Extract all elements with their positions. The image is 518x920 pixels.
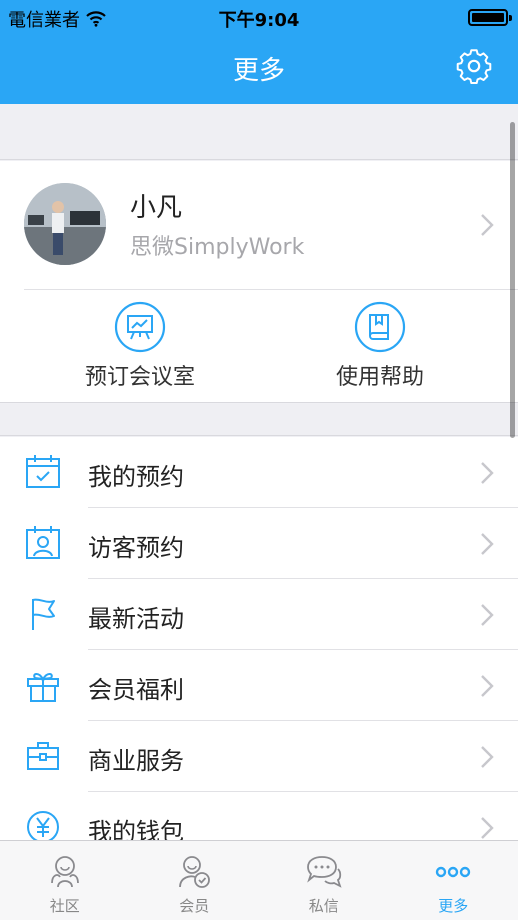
divider	[24, 289, 518, 290]
tab-more[interactable]: 更多	[389, 841, 518, 920]
book-icon	[354, 301, 406, 353]
section-spacer	[0, 104, 518, 160]
chevron-right-icon	[481, 214, 494, 236]
profile-name: 小凡	[130, 193, 183, 223]
calendar-check-icon	[26, 455, 60, 488]
menu-item-label: 最新活动	[88, 605, 184, 633]
tab-bar: 社区 会员 私信 更多	[0, 840, 518, 920]
chevron-right-icon	[481, 604, 494, 626]
menu-item-label: 会员福利	[88, 676, 184, 704]
page-title: 更多	[232, 56, 285, 86]
status-bar: 電信業者 下午9:04	[0, 0, 518, 34]
community-icon	[50, 856, 79, 888]
help-label: 使用帮助	[335, 365, 424, 390]
tab-label: 会员	[179, 897, 210, 915]
menu-item-visitor-booking[interactable]: 访客预约	[0, 508, 518, 579]
message-icon	[306, 856, 342, 888]
menu-item-label: 访客预约	[88, 534, 184, 562]
menu-item-member-benefits[interactable]: 会员福利	[0, 650, 518, 721]
profile-org: 思微SimplyWork	[130, 235, 305, 260]
menu-list: 我的预约 访客预约 最新活动 会员福利 商业服务 我的钱包	[0, 437, 518, 863]
briefcase-icon	[27, 742, 59, 770]
help-button[interactable]: 使用帮助	[280, 301, 480, 391]
presentation-board-icon	[114, 301, 166, 353]
tab-messages[interactable]: 私信	[259, 841, 389, 920]
chevron-right-icon	[481, 817, 494, 839]
tab-community[interactable]: 社区	[0, 841, 130, 920]
tab-label: 更多	[438, 897, 469, 915]
section-spacer	[0, 404, 518, 436]
chevron-right-icon	[481, 746, 494, 768]
tab-label: 私信	[308, 897, 339, 915]
menu-item-business-services[interactable]: 商业服务	[0, 721, 518, 792]
book-meeting-room-button[interactable]: 预订会议室	[40, 301, 240, 391]
menu-item-latest-events[interactable]: 最新活动	[0, 579, 518, 650]
chevron-right-icon	[481, 675, 494, 697]
menu-item-my-reservations[interactable]: 我的预约	[0, 437, 518, 508]
avatar	[24, 183, 106, 265]
tab-member[interactable]: 会员	[130, 841, 260, 920]
chevron-right-icon	[481, 462, 494, 484]
menu-item-label: 我的预约	[88, 463, 184, 491]
gear-icon[interactable]	[456, 48, 492, 84]
more-icon	[436, 866, 471, 878]
book-meeting-room-label: 预订会议室	[84, 365, 195, 390]
flag-icon	[32, 598, 55, 630]
member-icon	[179, 856, 211, 888]
scrollbar[interactable]	[510, 122, 515, 438]
battery-icon	[468, 9, 512, 26]
status-time: 下午9:04	[218, 10, 300, 31]
nav-header: 電信業者 下午9:04 更多	[0, 0, 518, 104]
visitor-calendar-icon	[26, 526, 60, 559]
menu-item-label: 商业服务	[88, 747, 184, 775]
avatar-photo-icon	[24, 183, 106, 265]
tab-label: 社区	[49, 897, 80, 915]
gift-icon	[27, 673, 59, 702]
chevron-right-icon	[481, 533, 494, 555]
profile-row[interactable]: 小凡 思微SimplyWork	[0, 161, 518, 289]
profile-card: 小凡 思微SimplyWork 预订会议室 使用帮助	[0, 161, 518, 403]
